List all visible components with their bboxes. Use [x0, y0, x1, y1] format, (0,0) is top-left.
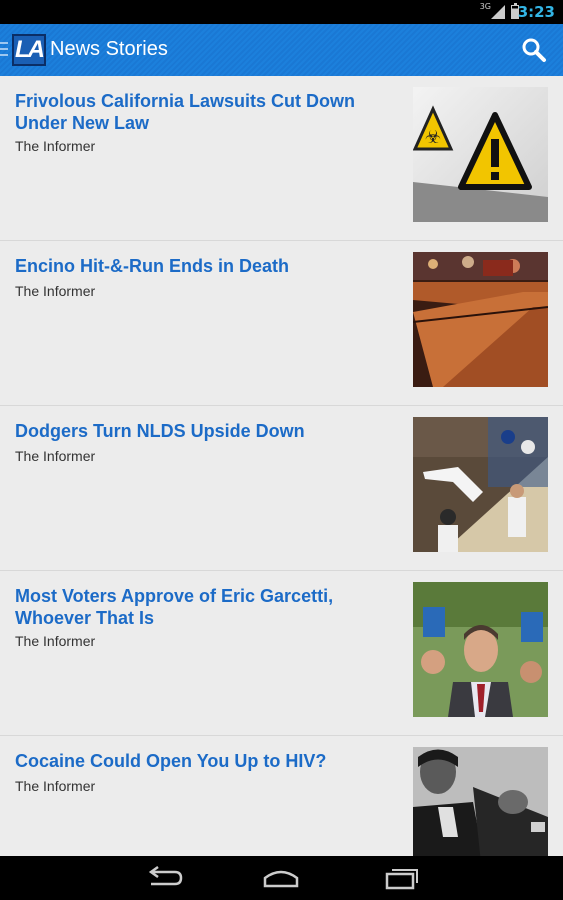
home-icon[interactable]	[261, 866, 301, 890]
warning-signs-image[interactable]: ☣	[413, 87, 548, 222]
story-title[interactable]: Dodgers Turn NLDS Upside Down	[15, 420, 395, 442]
story-title[interactable]: Frivolous California Lawsuits Cut Down U…	[15, 90, 395, 134]
story-list[interactable]: Frivolous California Lawsuits Cut Down U…	[0, 76, 563, 856]
street-night-image[interactable]	[413, 252, 548, 387]
page-title: News Stories	[50, 38, 168, 60]
story-item[interactable]: Encino Hit-&-Run Ends in Death The Infor…	[0, 241, 563, 406]
search-icon[interactable]	[521, 37, 547, 63]
recents-icon[interactable]	[383, 866, 423, 890]
system-nav-bar	[0, 856, 563, 900]
back-icon[interactable]	[143, 866, 183, 890]
svg-text:☣: ☣	[425, 127, 441, 148]
story-item[interactable]: Dodgers Turn NLDS Upside Down The Inform…	[0, 406, 563, 571]
story-title[interactable]: Cocaine Could Open You Up to HIV?	[15, 750, 395, 772]
story-source: The Informer	[15, 633, 96, 649]
story-title[interactable]: Encino Hit-&-Run Ends in Death	[15, 255, 395, 277]
stadium-fans-image[interactable]	[413, 417, 548, 552]
politician-crowd-image[interactable]	[413, 582, 548, 717]
network-type: 3G	[479, 2, 491, 11]
story-item[interactable]: Most Voters Approve of Eric Garcetti, Wh…	[0, 571, 563, 736]
story-source: The Informer	[15, 138, 96, 154]
story-item[interactable]: Frivolous California Lawsuits Cut Down U…	[0, 76, 563, 241]
story-item[interactable]: Cocaine Could Open You Up to HIV? The In…	[0, 736, 563, 856]
story-source: The Informer	[15, 448, 96, 464]
story-title[interactable]: Most Voters Approve of Eric Garcetti, Wh…	[15, 585, 395, 629]
story-source: The Informer	[15, 283, 96, 299]
app-logo[interactable]: LA	[12, 34, 46, 66]
drawer-indicator-icon[interactable]	[0, 42, 8, 56]
status-bar: 3G 3:23	[0, 0, 563, 24]
signal-icon	[491, 5, 505, 19]
app-bar: LA News Stories	[0, 24, 563, 76]
film-still-image[interactable]	[413, 747, 548, 856]
story-source: The Informer	[15, 778, 96, 794]
status-clock: 3:23	[517, 3, 555, 21]
